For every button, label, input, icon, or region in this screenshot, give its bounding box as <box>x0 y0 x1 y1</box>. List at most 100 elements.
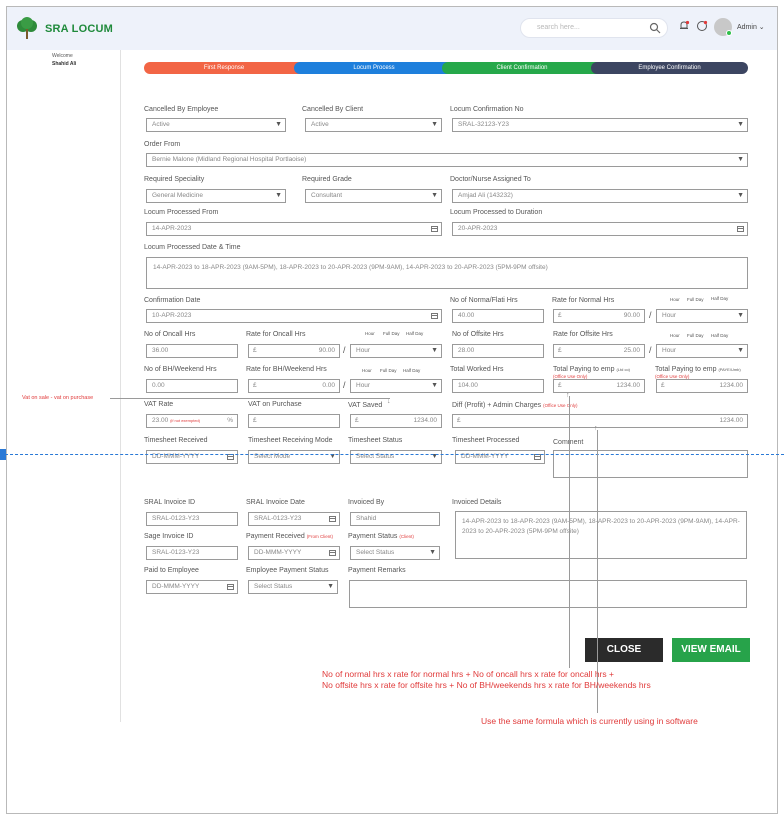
rate-bh-input[interactable]: £0.00 <box>248 379 340 393</box>
total-pay-paye-input[interactable]: £1234.00 <box>656 379 748 393</box>
sage-invoice-id-input[interactable]: SRAL-0123-Y23 <box>146 546 238 560</box>
guide-marker <box>0 449 6 460</box>
processed-datetime-textarea[interactable]: 14-APR-2023 to 18-APR-2023 (9AM-5PM), 18… <box>146 257 748 289</box>
chevron-down-icon: ▼ <box>431 347 438 354</box>
order-from-label: Order From <box>144 141 181 148</box>
invoiced-by-label: Invoiced By <box>348 499 385 506</box>
chevron-down-icon: ▼ <box>431 121 438 128</box>
required-grade-select[interactable]: Consultant ▼ <box>305 189 442 203</box>
rate-unit-hour-label: Hour <box>362 368 372 373</box>
vat-saved-input[interactable]: £1234.00 <box>350 414 442 428</box>
invoiced-details-label: Invoiced Details <box>452 499 502 506</box>
rate-oncall-unit-select[interactable]: Hour ▼ <box>350 344 442 358</box>
rate-oncall-input[interactable]: £90.00 <box>248 344 340 358</box>
vat-rate-label: VAT Rate <box>144 401 174 408</box>
processed-duration-label: Locum Processed to Duration <box>450 209 543 216</box>
ts-status-select[interactable]: Select Status ▼ <box>350 450 442 464</box>
processed-datetime-label: Locum Processed Date & Time <box>144 244 241 251</box>
step-first-response[interactable]: First Response <box>144 62 304 74</box>
ts-processed-label: Timesheet Processed <box>452 437 520 444</box>
ts-received-label: Timesheet Received <box>144 437 208 444</box>
rate-unit-fullday-label: Full Day <box>687 333 704 338</box>
vat-purchase-input[interactable]: £ <box>248 414 340 428</box>
normal-hrs-label: No of Norma/Flati Hrs <box>450 297 518 304</box>
payment-status-select[interactable]: Select Status ▼ <box>350 546 440 560</box>
locum-confirmation-no-label: Locum Confirmation No <box>450 106 524 113</box>
normal-hrs-input[interactable]: 40.00 <box>452 309 544 323</box>
ts-mode-select[interactable]: Select Mode ▼ <box>248 450 340 464</box>
payment-remarks-label: Payment Remarks <box>348 567 406 574</box>
processed-from-date[interactable]: 14-APR-2023 <box>146 222 442 236</box>
chat-icon[interactable] <box>696 20 708 32</box>
payment-received-date[interactable]: DD-MMM-YYYY <box>248 546 340 560</box>
total-pay-ltd-label: Total Paying to emp (Ltd co) <box>553 366 630 373</box>
sral-invoice-date-input[interactable]: SRAL-0123-Y23 <box>248 512 340 526</box>
chevron-down-icon: ▼ <box>737 312 744 319</box>
payment-status-label: Payment Status (Client) <box>348 533 414 540</box>
search-icon[interactable] <box>649 22 661 34</box>
chevron-down-icon: ▼ <box>327 583 334 590</box>
oncall-hrs-input[interactable]: 36.00 <box>146 344 238 358</box>
view-email-button[interactable]: VIEW EMAIL <box>672 638 750 662</box>
required-speciality-select[interactable]: General Medicine ▼ <box>146 189 286 203</box>
chevron-down-icon: ▼ <box>737 156 744 163</box>
cancelled-by-client-select[interactable]: Active ▼ <box>305 118 442 132</box>
order-from-select[interactable]: Bernie Malone (Midland Regional Hospital… <box>146 153 748 167</box>
step-client-confirmation[interactable]: Client Confirmation <box>442 62 602 74</box>
doctor-assigned-label: Doctor/Nurse Assigned To <box>450 176 531 183</box>
rate-unit-halfday-label: Half Day <box>406 331 424 336</box>
welcome-user: Shahid Ali <box>52 61 77 67</box>
user-menu[interactable]: Admin ⌄ <box>737 23 765 31</box>
bell-icon[interactable] <box>678 20 690 32</box>
sral-invoice-date-label: SRAL Invoice Date <box>246 499 305 506</box>
bh-hrs-input[interactable]: 0.00 <box>146 379 238 393</box>
ts-mode-label: Timesheet Receiving Mode <box>248 437 333 444</box>
rate-offsite-input[interactable]: £25.00 <box>553 344 645 358</box>
rate-normal-unit-select[interactable]: Hour ▼ <box>656 309 748 323</box>
search-input[interactable]: search here... <box>537 24 580 31</box>
guide-dashed-line <box>0 454 784 455</box>
step-locum-process[interactable]: Locum Process <box>294 62 454 74</box>
ts-processed-date[interactable]: DD-MMM-YYYY <box>455 450 545 464</box>
ts-received-date[interactable]: DD-MMM-YYYY <box>146 450 238 464</box>
chevron-down-icon: ▼ <box>431 453 438 460</box>
diff-profit-input[interactable]: £1234.00 <box>452 414 748 428</box>
rate-offsite-unit-select[interactable]: Hour ▼ <box>656 344 748 358</box>
welcome-block: Welcome Shahid Ali <box>52 52 76 68</box>
offsite-hrs-input[interactable]: 28.00 <box>452 344 544 358</box>
avatar[interactable] <box>714 18 732 36</box>
progress-steps: First Response Locum Process Client Conf… <box>144 62 748 74</box>
payment-remarks-textarea[interactable] <box>349 580 747 608</box>
separator: / <box>343 345 346 355</box>
total-pay-ltd-input[interactable]: £1234.00 <box>553 379 645 393</box>
invoiced-by-input[interactable]: Shahid <box>350 512 440 526</box>
cancelled-by-employee-select[interactable]: Active ▼ <box>146 118 286 132</box>
formula-annotation-line-2: No offsite hrs x rate for offsite hrs + … <box>322 680 651 690</box>
chevron-down-icon: ▼ <box>431 192 438 199</box>
welcome-label: Welcome <box>52 53 73 59</box>
total-worked-input[interactable]: 104.00 <box>452 379 544 393</box>
locum-confirmation-no-select[interactable]: SRAL-32123-Y23 ▼ <box>452 118 748 132</box>
rate-unit-fullday-label: Full Day <box>383 331 400 336</box>
rate-unit-hour-label: Hour <box>670 297 680 302</box>
cancelled-by-client-label: Cancelled By Client <box>302 106 364 113</box>
rate-normal-input[interactable]: £90.00 <box>553 309 645 323</box>
paid-to-employee-date[interactable]: DD-MMM-YYYY <box>146 580 238 594</box>
rate-unit-hour-label: Hour <box>670 333 680 338</box>
step-employee-confirmation[interactable]: Employee Confirmation <box>591 62 748 74</box>
vat-rate-input[interactable]: 23.00 (if not exempted)% <box>146 414 238 428</box>
search-box[interactable]: search here... <box>520 18 668 38</box>
sral-invoice-id-input[interactable]: SRAL-0123-Y23 <box>146 512 238 526</box>
confirmation-date-input[interactable]: 10-APR-2023 <box>146 309 442 323</box>
rate-unit-fullday-label: Full Day <box>380 368 397 373</box>
rate-unit-fullday-label: Full Day <box>687 297 704 302</box>
invoiced-details-textarea[interactable]: 14-APR-2023 to 18-APR-2023 (9AM-5PM), 18… <box>455 511 747 559</box>
rate-bh-unit-select[interactable]: Hour ▼ <box>350 379 442 393</box>
doctor-assigned-select[interactable]: Amjad Ali (143232) ▼ <box>452 189 748 203</box>
paid-to-employee-label: Paid to Employee <box>144 567 199 574</box>
processed-duration-date[interactable]: 20-APR-2023 <box>452 222 748 236</box>
employee-payment-status-select[interactable]: Select Status ▼ <box>248 580 338 594</box>
separator: / <box>343 380 346 390</box>
processed-from-label: Locum Processed From <box>144 209 219 216</box>
sral-invoice-id-label: SRAL Invoice ID <box>144 499 196 506</box>
